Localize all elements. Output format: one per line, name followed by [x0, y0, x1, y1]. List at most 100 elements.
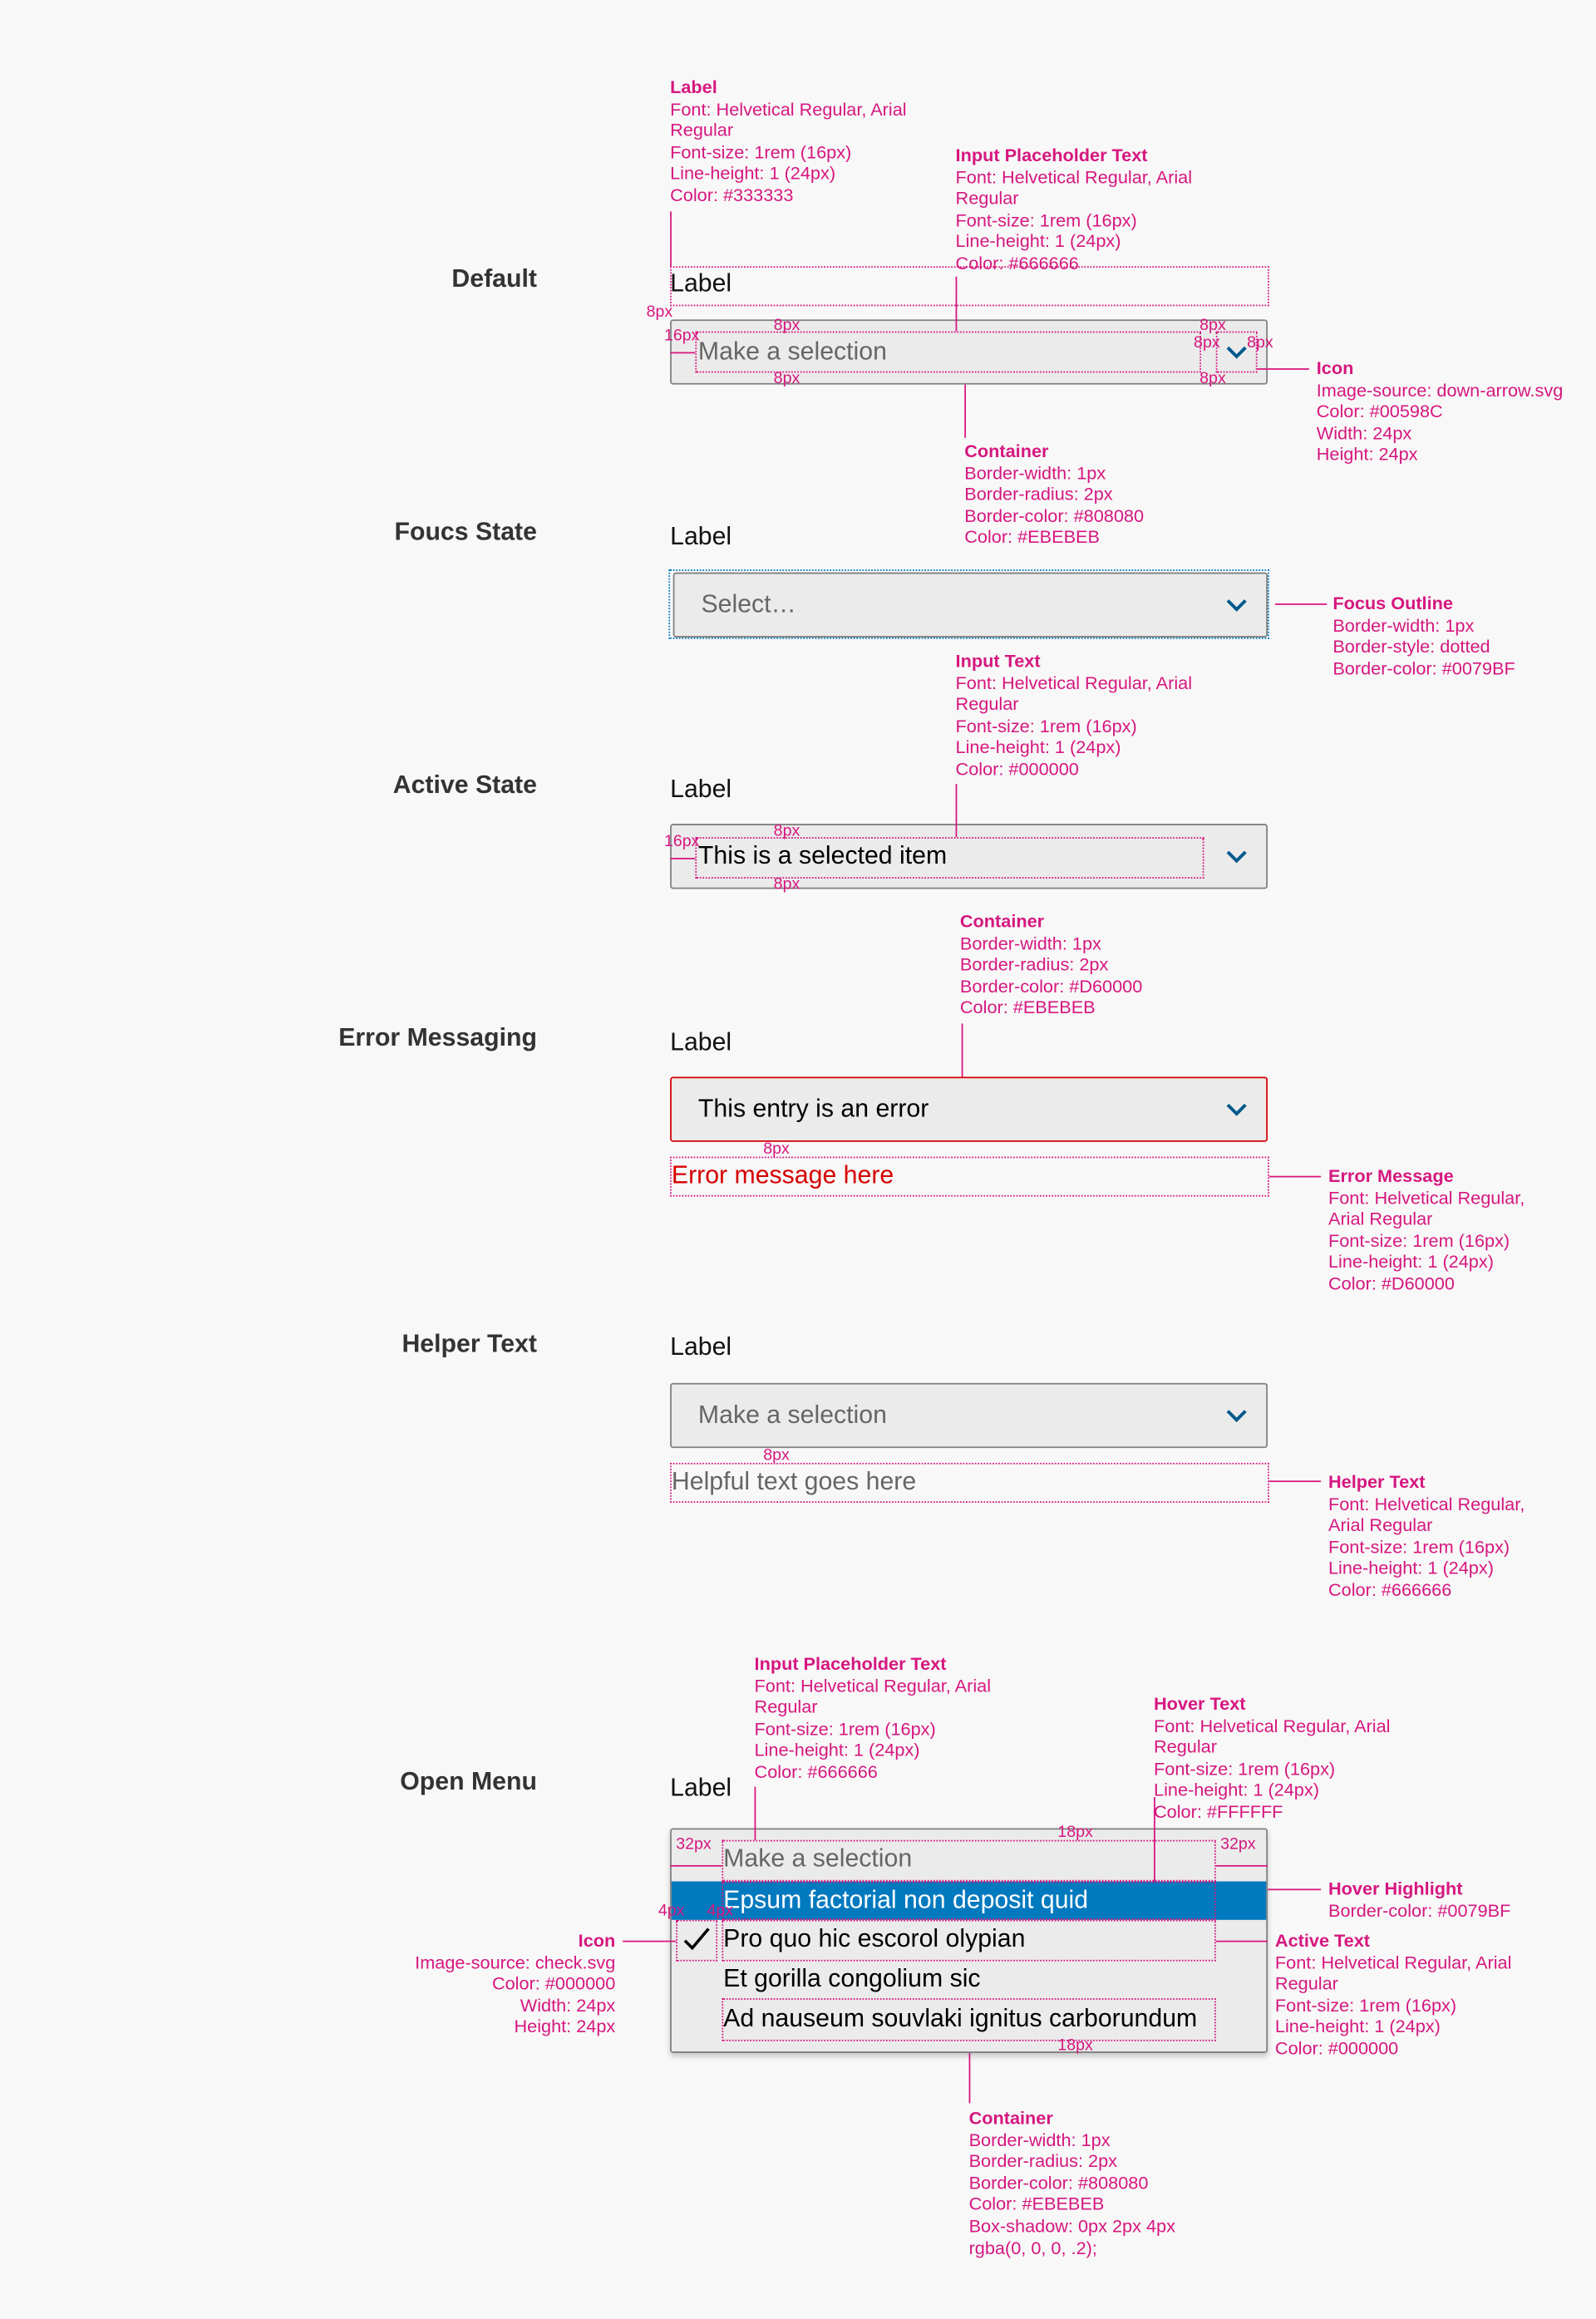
annotation-line: rgba(0, 0, 0, .2); [968, 2237, 1097, 2258]
measure-label: 32px [1220, 1835, 1256, 1854]
annotation-title: Error Message [1328, 1165, 1454, 1187]
spec-box [676, 1919, 718, 1962]
annotation-line: Regular [955, 188, 1019, 209]
spec-box [722, 1839, 1216, 1882]
measure-label: 8px [773, 875, 800, 894]
annotation-input-text: Input Text Font: Helvetical Regular, Aria… [956, 651, 1192, 780]
leader-line [955, 784, 958, 838]
select-error[interactable]: This entry is an error [670, 1076, 1268, 1142]
annotation-line: Regular [670, 120, 734, 141]
annotation-line: Line-height: 1 (24px) [670, 163, 836, 185]
annotation-line: Color: #D60000 [1328, 1273, 1455, 1295]
annotation-placeholder: Input Placeholder Text Font: Helvetical R… [956, 145, 1192, 274]
leader-line [1215, 1940, 1268, 1942]
annotation-focus-outline: Focus Outline Border-width: 1px Border-sty… [1332, 593, 1515, 680]
spec-sheet: Default Foucs State Active State Error M… [0, 0, 1596, 2319]
leader-line [754, 1786, 756, 1840]
annotation-container: Container Border-width: 1px Border-radius:… [964, 441, 1144, 549]
annotation-error-container: Container Border-width: 1px Border-radius:… [960, 911, 1142, 1019]
annotation-line: Color: #666666 [754, 1761, 878, 1783]
select-focused[interactable]: Select… [672, 572, 1268, 638]
annotation-line: Border-style: dotted [1332, 636, 1490, 657]
measure-label: 18px [1057, 2036, 1093, 2055]
spec-box [670, 1156, 1269, 1197]
annotation-line: Line-height: 1 (24px) [1274, 2016, 1441, 2038]
annotation-line: Color: #FFFFFF [1154, 1801, 1283, 1823]
chevron-down-icon [1226, 1410, 1247, 1423]
spec-box [722, 1881, 1216, 1920]
measure-label: 8px [763, 1140, 790, 1159]
measure-label: 8px [763, 1446, 790, 1465]
chevron-down-icon [1226, 850, 1247, 864]
field-label: Label [670, 1773, 732, 1802]
field-label: Label [670, 775, 732, 804]
annotation-line: Font-size: 1rem (16px) [1328, 1536, 1510, 1558]
leader-line [623, 1940, 677, 1942]
annotation-line: Color: #000000 [1274, 2038, 1399, 2060]
leader-line [955, 276, 958, 332]
annotation-line: Font: Helvetical Regular, Arial [955, 166, 1193, 188]
measure-label: 4px [707, 1902, 734, 1920]
annotation-line: Regular [1154, 1736, 1217, 1758]
measure-label: 4px [658, 1902, 685, 1920]
menu-option[interactable]: Et gorilla congolium sic [672, 1960, 1266, 1998]
field-label: Label [670, 522, 732, 550]
leader-line [670, 352, 696, 354]
annotation-line: Border-radius: 2px [964, 484, 1113, 505]
leader-line [964, 384, 967, 438]
annotation-title: Input Text [955, 650, 1041, 672]
annotation-line: Border-color: #808080 [964, 505, 1145, 527]
annotation-line: Regular [754, 1696, 818, 1718]
annotation-line: Border-width: 1px [959, 933, 1101, 954]
annotation-line: Regular [1274, 1973, 1338, 1995]
annotation-title: Container [959, 911, 1045, 933]
annotation-line: Font: Helvetical Regular, Arial [1154, 1715, 1391, 1736]
select-placeholder: Make a selection [697, 1401, 887, 1429]
annotation-line: Border-width: 1px [968, 2129, 1111, 2150]
leader-line [1274, 603, 1328, 605]
annotation-title: Hover Text [1154, 1693, 1246, 1715]
leader-line [1257, 368, 1309, 370]
annotation-line: Font: Helvetical Regular, [1328, 1187, 1525, 1209]
annotation-line: Height: 24px [1316, 444, 1418, 465]
measure-label: 8px [773, 369, 800, 388]
annotation-line: Width: 24px [520, 1995, 616, 2016]
section-heading-default: Default [451, 264, 537, 293]
section-heading-active: Active State [392, 771, 537, 799]
measure-label: 8px [1247, 334, 1273, 352]
spec-box [695, 331, 1201, 373]
annotation-line: Box-shadow: 0px 2px 4px [968, 2215, 1175, 2237]
annotation-line: Border-radius: 2px [959, 954, 1109, 976]
annotation-line: Line-height: 1 (24px) [754, 1740, 920, 1761]
annotation-line: Height: 24px [514, 2016, 616, 2038]
select-helper[interactable]: Make a selection [670, 1382, 1268, 1449]
annotation-menu-container: Container Border-width: 1px Border-radius:… [969, 2108, 1175, 2259]
annotation-label: Label Font: Helvetical Regular, Arial Regu… [670, 77, 906, 207]
annotation-line: Border-width: 1px [964, 462, 1106, 484]
measure-label: 16px [663, 832, 700, 851]
annotation-title: Hover Highlight [1328, 1878, 1463, 1899]
section-heading-helper: Helper Text [401, 1329, 537, 1358]
annotation-line: Line-height: 1 (24px) [955, 231, 1121, 253]
annotation-title: Helper Text [1328, 1471, 1426, 1493]
section-heading-focus: Foucs State [394, 517, 537, 546]
field-label: Label [670, 1332, 732, 1361]
spec-box [670, 1462, 1269, 1503]
annotation-line: Font-size: 1rem (16px) [670, 141, 852, 163]
chevron-down-icon [1226, 1103, 1247, 1116]
annotation-title: Focus Outline [1332, 593, 1453, 614]
annotation-line: Border-radius: 2px [968, 2150, 1117, 2172]
leader-line [968, 2052, 971, 2104]
select-placeholder: Select… [701, 590, 796, 618]
section-heading-open: Open Menu [400, 1767, 537, 1796]
annotation-hover-text: Hover Text Font: Helvetical Regular, Aria… [1154, 1694, 1390, 1824]
annotation-line: Regular [955, 693, 1019, 715]
annotation-title: Icon [1316, 357, 1354, 379]
annotation-line: Border-color: #D60000 [959, 976, 1143, 997]
measure-label: 8px [773, 822, 800, 840]
annotation-line: Color: #EBEBEB [964, 527, 1100, 549]
annotation-active-text: Active Text Font: Helvetical Regular, Ari… [1275, 1930, 1511, 2060]
measure-label: 8px [1194, 334, 1220, 352]
annotation-line: Color: #000000 [491, 1973, 616, 1995]
annotation-title: Input Placeholder Text [754, 1653, 947, 1675]
